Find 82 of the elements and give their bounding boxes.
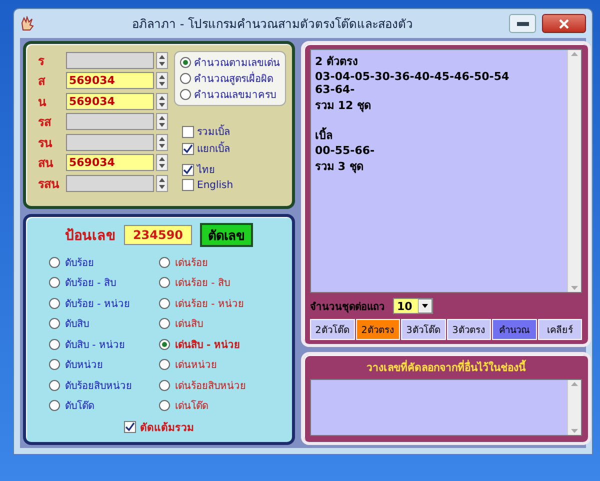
radio-option[interactable]: คำนวณตามเลขเด่น (180, 55, 280, 70)
checkbox-option[interactable]: ไทย (182, 162, 286, 177)
spinner-icon[interactable] (156, 92, 168, 110)
tab[interactable]: 2ตัวตรง (356, 319, 400, 340)
minimize-button[interactable] (509, 14, 536, 33)
radio-option[interactable]: ดับหน่วย (49, 356, 159, 374)
checkbox-option[interactable]: ตัดแต้มรวม (124, 418, 194, 436)
result-line: 03-04-05-30-36-40-45-46-50-54 (315, 70, 510, 83)
cut-button[interactable]: ตัดเลข (200, 223, 253, 247)
checkbox-option[interactable]: English (182, 179, 286, 191)
radio-option[interactable]: ดับร้อย - สิบ (49, 274, 159, 292)
checkmark-icon (183, 144, 193, 154)
checkbox-option[interactable]: รวมเบิ้ล (182, 124, 286, 139)
radio-option[interactable]: ดับร้อย (49, 253, 159, 271)
number-field[interactable]: 569034 (66, 92, 154, 110)
tab[interactable]: 3ตัวโต๊ด (401, 319, 446, 340)
result-line: รวม 3 ชุด (315, 159, 364, 175)
radio-option[interactable]: ดับสิบ (49, 314, 159, 332)
spinner-icon[interactable] (156, 134, 168, 151)
spinner-icon[interactable] (156, 52, 168, 69)
radio-option[interactable]: เด่นร้อยสิบหน่วย (159, 376, 269, 394)
radio-option[interactable]: เด่นสิบ (159, 314, 269, 332)
dropdown-arrow-icon[interactable] (418, 299, 432, 313)
radio-option[interactable]: เด่นร้อย - หน่วย (159, 294, 269, 312)
field-label: รน (37, 134, 54, 152)
paste-text-area[interactable] (310, 379, 582, 436)
checkmark-icon (125, 422, 135, 432)
scroll-down-icon[interactable] (571, 429, 578, 433)
field-label: น (37, 94, 48, 111)
radio-option[interactable]: คำนวณเลขมาครบ (180, 87, 280, 102)
number-field[interactable] (66, 52, 154, 69)
field-label: สน (37, 155, 54, 172)
scroll-down-icon[interactable] (571, 286, 578, 290)
result-line: 00-55-66- (315, 144, 376, 157)
spinner-icon[interactable] (156, 113, 168, 130)
scroll-up-icon[interactable] (571, 52, 578, 56)
tab[interactable]: 2ตัวโต๊ด (310, 319, 354, 340)
field-label: ส (37, 73, 46, 90)
per-row-select[interactable]: 10 (393, 298, 433, 314)
result-line: 63-64- (315, 83, 356, 96)
minimize-icon (516, 22, 528, 26)
entry-field[interactable]: 234590 (124, 225, 192, 245)
result-line: รวม 12 ชุด (315, 98, 372, 114)
clear-button[interactable]: เคลียร์ (538, 319, 582, 340)
field-label: รส (37, 114, 52, 132)
window-title: อภิลาภา - โปรแกรมคำนวณสามตัวตรงโต๊ดและสองตัว (131, 16, 414, 33)
tab[interactable]: 3ตัวตรง (446, 319, 491, 340)
paste-panel-title: วางเลขที่คัดลอกจากที่อื่นไว้ในช่องนี้ (366, 359, 526, 376)
number-field[interactable] (66, 134, 154, 151)
entry-label: ป้อนเลข (65, 227, 116, 246)
result-text-area[interactable]: 2 ตัวตรง 03-04-05-30-36-40-45-46-50-54 63-64- รวม 12 ชุด เบิ้ล 00-55-66- รวม 3 ชุด (310, 49, 582, 293)
per-row-label: จำนวนชุดต่อแถว (310, 300, 385, 314)
radio-option[interactable]: เด่นโต๊ด (159, 396, 269, 414)
checkmark-icon (183, 164, 193, 174)
number-field[interactable]: 569034 (66, 72, 154, 90)
close-button[interactable] (542, 14, 586, 33)
number-field[interactable] (66, 113, 154, 130)
radio-option[interactable]: ดับโต๊ด (49, 396, 159, 414)
compute-button[interactable]: คำนวณ (492, 319, 536, 340)
radio-option[interactable]: ดับร้อยสิบหน่วย (49, 376, 159, 394)
radio-option[interactable]: ดับร้อย - หน่วย (49, 294, 159, 312)
checkbox-option[interactable]: แยกเบิ้ล (182, 141, 286, 156)
hand-icon (20, 16, 36, 32)
radio-option[interactable]: เด่นร้อย - สิบ (159, 274, 269, 292)
field-label: ร (37, 52, 46, 70)
result-line: 2 ตัวตรง (315, 54, 358, 70)
scrollbar[interactable] (567, 380, 581, 435)
close-icon (559, 18, 569, 28)
radio-option[interactable]: เด่นสิบ - หน่วย (159, 335, 269, 353)
number-field[interactable]: 569034 (66, 154, 154, 172)
scrollbar[interactable] (567, 50, 581, 292)
radio-option[interactable]: เด่นหน่วย (159, 356, 269, 374)
number-field[interactable] (66, 174, 154, 192)
radio-option[interactable]: คำนวณสูตรเผื่อผิด (180, 71, 280, 86)
spinner-icon[interactable] (156, 174, 168, 192)
spinner-icon[interactable] (156, 154, 168, 172)
radio-option[interactable]: เด่นร้อย (159, 253, 269, 271)
field-label: รสน (37, 176, 60, 193)
result-line: เบิ้ล (315, 126, 334, 144)
scroll-up-icon[interactable] (571, 382, 578, 386)
spinner-icon[interactable] (156, 72, 168, 90)
radio-option[interactable]: ดับสิบ - หน่วย (49, 335, 159, 353)
